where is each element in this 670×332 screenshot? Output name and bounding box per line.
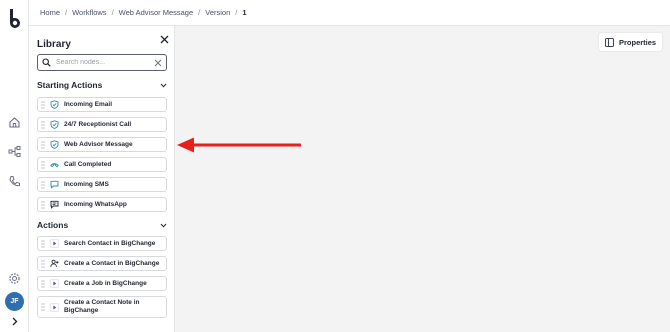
drag-handle-icon[interactable] (41, 140, 45, 149)
library-title: Library (37, 39, 71, 50)
breadcrumb-separator: / (235, 8, 238, 17)
properties-label: Properties (619, 37, 657, 47)
node-receptionist-call[interactable]: 24/7 Receptionist Call (37, 117, 167, 132)
node-call-completed[interactable]: Call Completed (37, 157, 167, 172)
breadcrumb-version[interactable]: Version (205, 8, 230, 17)
drag-handle-icon[interactable] (41, 100, 45, 109)
node-label: Web Advisor Message (64, 140, 133, 148)
phone-hangup-icon (50, 163, 59, 168)
annotation-arrow-icon (177, 137, 301, 153)
breadcrumb-separator: / (65, 8, 68, 17)
drag-handle-icon[interactable] (41, 160, 45, 169)
user-plus-icon (50, 259, 59, 268)
home-icon[interactable] (8, 116, 21, 129)
section-actions[interactable]: Actions (37, 220, 169, 232)
node-label: Call Completed (64, 160, 112, 168)
breadcrumb-workflows[interactable]: Workflows (72, 8, 106, 17)
chevron-right-icon[interactable] (10, 317, 19, 326)
search-box (37, 54, 167, 71)
drag-handle-icon[interactable] (41, 279, 45, 288)
drag-handle-icon[interactable] (41, 120, 45, 129)
node-label: Incoming WhatsApp (64, 200, 127, 208)
breadcrumb-separator: / (111, 8, 114, 17)
node-label: Incoming SMS (64, 180, 109, 188)
breadcrumb-current: 1 (242, 8, 247, 17)
chevron-down-icon[interactable] (160, 82, 167, 89)
node-label: Incoming Email (64, 100, 113, 108)
node-incoming-email[interactable]: Incoming Email (37, 97, 167, 112)
breadcrumb-home[interactable]: Home (40, 8, 60, 17)
drag-handle-icon[interactable] (41, 180, 45, 189)
drag-handle-icon[interactable] (41, 303, 45, 311)
drag-handle-icon[interactable] (41, 259, 45, 268)
close-icon[interactable] (160, 35, 169, 44)
shield-check-icon (50, 140, 59, 149)
play-icon (50, 279, 59, 288)
workflow-icon[interactable] (8, 145, 21, 158)
play-icon (50, 302, 59, 312)
panel-sidebar-icon (605, 37, 614, 47)
node-create-contact-note[interactable]: Create a Contact Note in BigChange (37, 296, 167, 318)
drag-handle-icon[interactable] (41, 239, 45, 248)
shield-check-icon (50, 120, 59, 129)
node-create-contact[interactable]: Create a Contact in BigChange (37, 256, 167, 271)
node-create-job[interactable]: Create a Job in BigChange (37, 276, 167, 291)
section-title: Actions (37, 220, 69, 230)
node-search-contact[interactable]: Search Contact in BigChange (37, 236, 167, 251)
left-rail: JF (0, 0, 29, 332)
breadcrumb: Home / Workflows / Web Advisor Message /… (29, 0, 670, 26)
shield-check-icon (50, 100, 59, 109)
properties-button[interactable]: Properties (599, 33, 662, 51)
node-web-advisor-message[interactable]: Web Advisor Message (37, 137, 167, 152)
drag-handle-icon[interactable] (41, 200, 45, 209)
search-input[interactable] (56, 59, 154, 66)
node-label: Create a Contact Note in BigChange (64, 299, 140, 314)
message-square-icon (50, 200, 59, 209)
node-incoming-sms[interactable]: Incoming SMS (37, 177, 167, 192)
play-icon (50, 239, 59, 248)
settings-gear-icon[interactable] (8, 272, 21, 285)
node-incoming-whatsapp[interactable]: Incoming WhatsApp (37, 197, 167, 212)
search-icon (42, 58, 51, 67)
chevron-down-icon[interactable] (160, 222, 167, 229)
chat-bubble-icon (50, 180, 59, 189)
node-label: Create a Contact in BigChange (64, 259, 160, 267)
breadcrumb-separator: / (198, 8, 201, 17)
node-label: 24/7 Receptionist Call (64, 120, 132, 128)
phone-icon[interactable] (8, 175, 21, 188)
clear-search-icon[interactable] (154, 59, 162, 67)
brand-logo-icon[interactable] (7, 8, 23, 28)
node-label: Search Contact in BigChange (64, 239, 156, 247)
library-header: Library (37, 34, 169, 50)
node-label: Create a Job in BigChange (64, 279, 147, 287)
section-title: Starting Actions (37, 80, 103, 90)
library-panel: Library Starting Actions Incoming Email … (29, 26, 175, 332)
user-avatar[interactable]: JF (5, 292, 24, 311)
breadcrumb-workflow-name[interactable]: Web Advisor Message (119, 8, 193, 17)
section-starting-actions[interactable]: Starting Actions (37, 80, 169, 92)
